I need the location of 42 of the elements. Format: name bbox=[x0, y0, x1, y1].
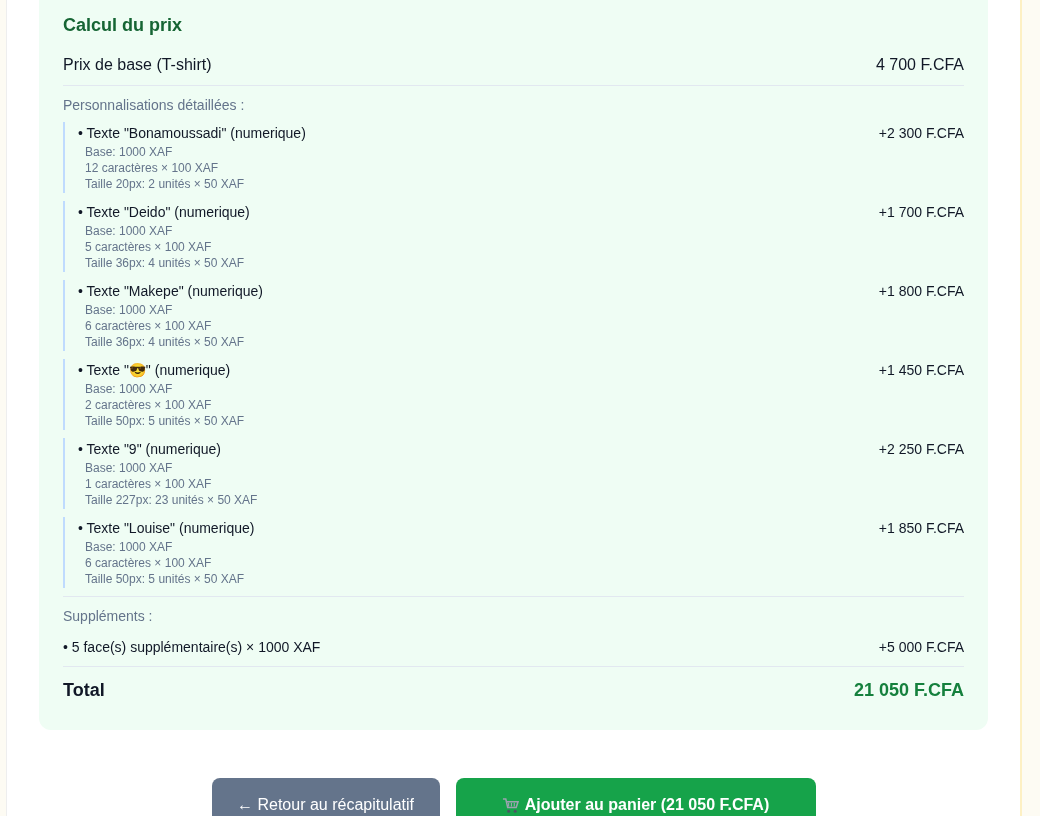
item-amount: +2 250 F.CFA bbox=[878, 440, 964, 459]
detail-line: Base: 1000 XAF bbox=[85, 381, 174, 397]
section-label: Suppléments : bbox=[63, 607, 154, 626]
detail-line: Base: 1000 XAF bbox=[85, 460, 174, 476]
detail-line: Base: 1000 XAF bbox=[85, 144, 174, 160]
detail-line: Taille 227px: 23 unités × 50 XAF bbox=[85, 492, 259, 508]
detail-line: Taille 50px: 5 unités × 50 XAF bbox=[85, 413, 246, 429]
row-amount: 4 700 F.CFA bbox=[875, 55, 964, 75]
section-label: Personnalisations détaillées : bbox=[63, 96, 246, 115]
section-title: Calcul du prix bbox=[63, 14, 184, 37]
detail-line: Base: 1000 XAF bbox=[85, 302, 174, 318]
item-amount: +1 850 F.CFA bbox=[878, 519, 964, 538]
total-amount: 21 050 F.CFA bbox=[853, 679, 964, 702]
item-title: • Texte "9" (numerique) bbox=[78, 440, 221, 459]
item-title: • Texte "Makepe" (numerique) bbox=[78, 282, 263, 301]
detail-line: Taille 50px: 5 unités × 50 XAF bbox=[85, 571, 246, 587]
detail-line: Base: 1000 XAF bbox=[85, 223, 174, 239]
detail-line: Taille 20px: 2 unités × 50 XAF bbox=[85, 176, 246, 192]
detail-line: 1 caractères × 100 XAF bbox=[85, 476, 213, 492]
item-title: • Texte "Bonamoussadi" (numerique) bbox=[78, 124, 306, 143]
row-label: Prix de base (T-shirt) bbox=[63, 55, 212, 75]
total-label: Total bbox=[63, 679, 105, 702]
detail-line: 6 caractères × 100 XAF bbox=[85, 318, 213, 334]
item-amount: +1 450 F.CFA bbox=[878, 361, 964, 380]
detail-line: Base: 1000 XAF bbox=[85, 539, 174, 555]
row-amount: +5 000 F.CFA bbox=[878, 638, 964, 657]
detail-line: 12 caractères × 100 XAF bbox=[85, 160, 220, 176]
detail-line: 6 caractères × 100 XAF bbox=[85, 555, 213, 571]
item-title: • Texte "😎" (numerique) bbox=[78, 361, 231, 380]
detail-line: Taille 36px: 4 unités × 50 XAF bbox=[85, 255, 246, 271]
item-amount: +1 800 F.CFA bbox=[878, 282, 964, 301]
item-amount: +2 300 F.CFA bbox=[878, 124, 964, 143]
item-amount: +1 700 F.CFA bbox=[878, 203, 964, 222]
add-to-cart-button[interactable]: Ajouter au panier (21 050 F.CFA) bbox=[455, 778, 816, 816]
detail-line: 2 caractères × 100 XAF bbox=[85, 397, 213, 413]
detail-line: Taille 36px: 4 unités × 50 XAF bbox=[85, 334, 246, 350]
detail-line: 5 caractères × 100 XAF bbox=[85, 239, 213, 255]
row-label: • 5 face(s) supplémentaire(s) × 1000 XAF bbox=[63, 638, 321, 657]
back-button[interactable]: ← Retour au récapitulatif bbox=[211, 778, 440, 816]
item-title: • Texte "Deido" (numerique) bbox=[78, 203, 250, 222]
item-title: • Texte "Louise" (numerique) bbox=[78, 519, 255, 538]
cart-icon bbox=[501, 796, 519, 814]
